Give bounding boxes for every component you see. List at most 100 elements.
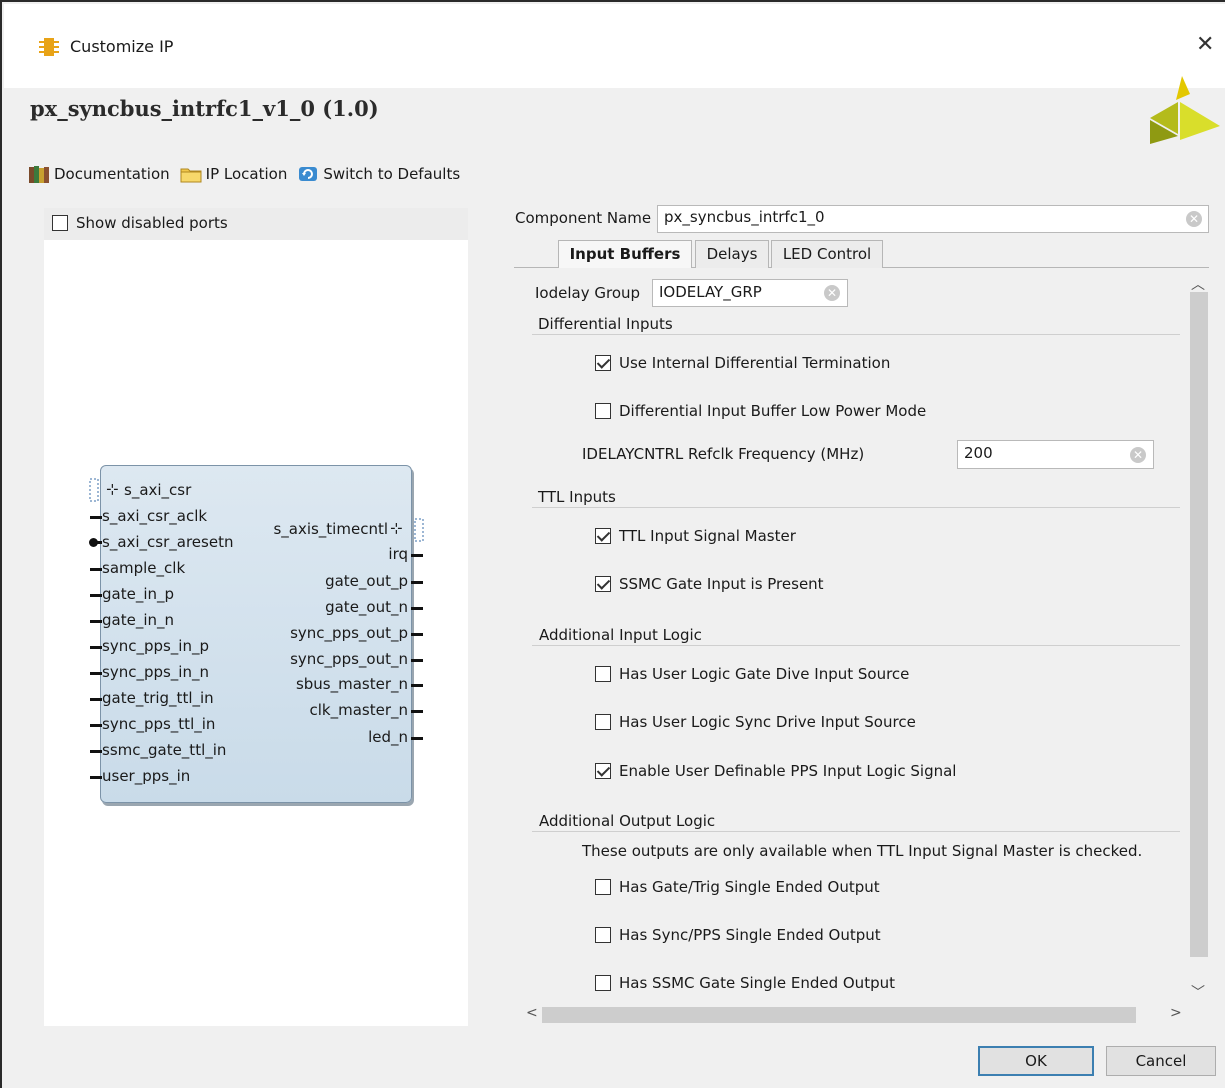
ssmc-present-checkbox[interactable] — [595, 576, 611, 592]
component-name-value: px_syncbus_intrfc1_0 — [664, 208, 825, 226]
ip-core-icon — [39, 38, 59, 56]
customize-ip-dialog: Customize IP ✕ px_syncbus_intrfc1_v1_0 (… — [0, 0, 1225, 1088]
refclk-frequency-label: IDELAYCNTRL Refclk Frequency (MHz) — [582, 445, 865, 463]
section-additional-output-logic: Additional Output Logic — [539, 812, 716, 830]
pin — [90, 594, 102, 597]
output-note: These outputs are only available when TT… — [582, 842, 1143, 860]
ssmc-present-option[interactable]: SSMC Gate Input is Present — [595, 575, 824, 593]
left-port-1: s_axi_csr_aclk — [102, 507, 208, 525]
right-port-1: irq — [388, 545, 408, 563]
ttl-master-option[interactable]: TTL Input Signal Master — [595, 527, 796, 545]
user-sync-checkbox[interactable] — [595, 714, 611, 730]
use-internal-termination-checkbox[interactable] — [595, 355, 611, 371]
right-port-0: s_axis_timecntl — [273, 520, 388, 538]
user-pps-option[interactable]: Enable User Definable PPS Input Logic Si… — [595, 762, 956, 780]
close-icon[interactable]: ✕ — [1196, 34, 1214, 56]
user-gate-option[interactable]: Has User Logic Gate Dive Input Source — [595, 665, 909, 683]
horizontal-scrollbar-thumb[interactable] — [542, 1007, 1136, 1023]
window-title: Customize IP — [70, 37, 174, 56]
ttl-master-checkbox[interactable] — [595, 528, 611, 544]
section-divider — [532, 831, 1180, 832]
left-port-9: sync_pps_ttl_in — [102, 715, 216, 733]
clear-icon[interactable]: ✕ — [1186, 211, 1202, 227]
pin — [411, 607, 423, 610]
show-disabled-ports-checkbox[interactable] — [52, 215, 68, 231]
sync-pps-output-option[interactable]: Has Sync/PPS Single Ended Output — [595, 926, 881, 944]
sync-pps-output-checkbox[interactable] — [595, 927, 611, 943]
scroll-right-icon[interactable]: > — [1170, 1005, 1182, 1021]
pin — [94, 541, 102, 544]
show-disabled-ports-option[interactable]: Show disabled ports — [52, 214, 228, 232]
pin — [90, 698, 102, 701]
scroll-left-icon[interactable]: < — [526, 1005, 538, 1021]
pin — [90, 750, 102, 753]
tab-delays[interactable]: Delays — [695, 240, 769, 268]
right-port-4: sync_pps_out_p — [290, 624, 408, 642]
section-divider — [532, 334, 1180, 335]
pin — [411, 710, 423, 713]
ssmc-output-checkbox[interactable] — [595, 975, 611, 991]
right-port-2: gate_out_p — [325, 572, 408, 590]
diff-low-power-checkbox[interactable] — [595, 403, 611, 419]
documentation-button[interactable]: Documentation — [28, 164, 170, 184]
vertical-scrollbar-thumb[interactable] — [1190, 292, 1208, 957]
preview-header: Show disabled ports — [44, 208, 468, 240]
refclk-frequency-input[interactable]: 200 — [957, 440, 1154, 469]
pin — [90, 516, 102, 519]
left-port-4: gate_in_p — [102, 585, 175, 603]
use-internal-termination-label: Use Internal Differential Termination — [619, 354, 891, 372]
section-divider — [532, 645, 1180, 646]
port-plus-icon: ⊹ — [106, 480, 119, 498]
gate-trig-output-option[interactable]: Has Gate/Trig Single Ended Output — [595, 878, 880, 896]
section-divider — [532, 507, 1180, 508]
sync-pps-output-label: Has Sync/PPS Single Ended Output — [619, 926, 881, 944]
left-port-6: sync_pps_in_p — [102, 637, 209, 655]
user-pps-checkbox[interactable] — [595, 763, 611, 779]
refclk-frequency-value: 200 — [964, 444, 993, 462]
bus-interface-icon — [89, 478, 99, 502]
scroll-up-icon[interactable]: ︿ — [1191, 274, 1205, 294]
clear-icon[interactable]: ✕ — [824, 285, 840, 301]
ssmc-output-option[interactable]: Has SSMC Gate Single Ended Output — [595, 974, 895, 992]
section-additional-input-logic: Additional Input Logic — [539, 626, 702, 644]
user-sync-option[interactable]: Has User Logic Sync Drive Input Source — [595, 713, 916, 731]
section-ttl-inputs: TTL Inputs — [538, 488, 616, 506]
pin — [411, 684, 423, 687]
ok-button[interactable]: OK — [978, 1046, 1094, 1076]
right-port-7: clk_master_n — [309, 701, 408, 719]
scroll-down-icon[interactable]: ﹀ — [1191, 982, 1205, 1002]
show-disabled-ports-label: Show disabled ports — [76, 214, 228, 232]
pin — [90, 646, 102, 649]
user-sync-label: Has User Logic Sync Drive Input Source — [619, 713, 916, 731]
pin — [411, 659, 423, 662]
left-port-10: ssmc_gate_ttl_in — [102, 741, 227, 759]
diff-low-power-option[interactable]: Differential Input Buffer Low Power Mode — [595, 402, 926, 420]
right-port-3: gate_out_n — [325, 598, 408, 616]
pin — [411, 554, 423, 557]
use-internal-termination-option[interactable]: Use Internal Differential Termination — [595, 354, 890, 372]
toolbar: Documentation IP Location Switch to Defa… — [28, 162, 470, 186]
port-plus-icon: ⊹ — [390, 519, 403, 537]
cancel-button[interactable]: Cancel — [1106, 1046, 1216, 1076]
ip-location-button[interactable]: IP Location — [180, 164, 288, 184]
pin — [411, 737, 423, 740]
diff-low-power-label: Differential Input Buffer Low Power Mode — [619, 402, 927, 420]
tab-led-control[interactable]: LED Control — [771, 240, 883, 268]
left-port-11: user_pps_in — [102, 767, 191, 785]
pin — [90, 620, 102, 623]
tab-input-buffers[interactable]: Input Buffers — [558, 240, 692, 268]
ip-location-label: IP Location — [205, 165, 288, 183]
ip-title: px_syncbus_intrfc1_v1_0 (1.0) — [30, 96, 379, 121]
gate-trig-output-label: Has Gate/Trig Single Ended Output — [619, 878, 880, 896]
switch-to-defaults-button[interactable]: Switch to Defaults — [297, 164, 460, 184]
user-gate-checkbox[interactable] — [595, 666, 611, 682]
bus-interface-icon — [414, 518, 424, 542]
section-differential-inputs: Differential Inputs — [538, 315, 673, 333]
iodelay-group-input[interactable]: IODELAY_GRP — [652, 279, 848, 307]
component-name-input[interactable]: px_syncbus_intrfc1_0 — [657, 205, 1209, 233]
gate-trig-output-checkbox[interactable] — [595, 879, 611, 895]
right-port-8: led_n — [368, 728, 408, 746]
clear-icon[interactable]: ✕ — [1130, 447, 1146, 463]
folder-icon — [180, 168, 202, 183]
pin — [90, 776, 102, 779]
